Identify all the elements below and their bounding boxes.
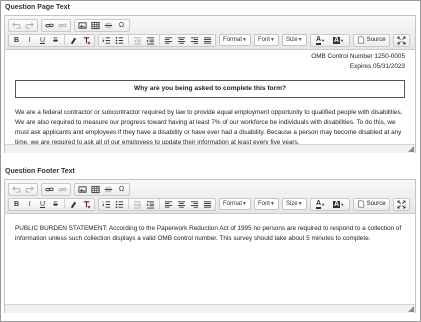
table-icon[interactable] <box>90 184 101 195</box>
font-select[interactable]: Font ▼ <box>253 198 279 210</box>
chevron-down-icon: ▼ <box>269 37 275 43</box>
background-color-button[interactable]: A ▼ <box>331 199 347 210</box>
outdent-icon[interactable] <box>132 199 143 210</box>
editor-toolbar: Ω B I U S Format ▼ Font ▼ Size ▼ A ▼ A ▼… <box>5 16 415 50</box>
align-center-icon[interactable] <box>176 35 187 46</box>
align-left-icon[interactable] <box>163 199 174 210</box>
chevron-down-icon: ▼ <box>242 37 247 43</box>
unlink-icon[interactable] <box>57 20 68 31</box>
chevron-down-icon: ▼ <box>269 201 275 207</box>
align-right-icon[interactable] <box>189 35 200 46</box>
font-select[interactable]: Font ▼ <box>253 34 279 46</box>
special-character-icon[interactable]: Ω <box>116 20 127 31</box>
strikethrough-button[interactable]: S <box>50 35 61 46</box>
undo-icon[interactable] <box>11 184 22 195</box>
editor-toolbar: Ω B I U S Format ▼ Font ▼ Size ▼ A ▼ A ▼… <box>5 180 415 214</box>
unlink-icon[interactable] <box>57 184 68 195</box>
italic-button[interactable]: I <box>24 35 35 46</box>
bold-button[interactable]: B <box>11 199 22 210</box>
burden-statement-paragraph: PUBLIC BURDEN STATEMENT: According to th… <box>15 225 402 242</box>
numbered-list-icon[interactable] <box>101 199 112 210</box>
link-icon[interactable] <box>44 20 55 31</box>
question-footer-text-label: Question Footer Text <box>5 168 75 175</box>
bulleted-list-icon[interactable] <box>114 199 125 210</box>
undo-icon[interactable] <box>11 20 22 31</box>
table-icon[interactable] <box>90 20 101 31</box>
outdent-icon[interactable] <box>132 35 143 46</box>
text-color-button[interactable]: A ▼ <box>313 199 329 210</box>
editor-statusbar <box>5 144 415 153</box>
align-center-icon[interactable] <box>176 199 187 210</box>
intro-paragraph: We are a federal contractor or subcontra… <box>15 109 403 144</box>
format-select[interactable]: Format ▼ <box>219 198 251 210</box>
editor-statusbar <box>5 304 415 313</box>
resize-handle-icon[interactable] <box>408 306 414 312</box>
align-right-icon[interactable] <box>189 199 200 210</box>
clear-formatting-icon[interactable] <box>81 199 92 210</box>
remove-format-icon[interactable] <box>68 35 79 46</box>
align-justify-icon[interactable] <box>202 35 213 46</box>
source-icon <box>357 36 364 44</box>
bold-button[interactable]: B <box>11 35 22 46</box>
underline-button[interactable]: U <box>37 35 48 46</box>
editor-content[interactable]: OMB Control Number 1250-0005 Expires 05/… <box>5 50 415 144</box>
chevron-down-icon: ▼ <box>242 201 247 207</box>
horizontal-line-icon[interactable] <box>103 184 114 195</box>
link-icon[interactable] <box>44 184 55 195</box>
bulleted-list-icon[interactable] <box>114 35 125 46</box>
source-button[interactable]: Source <box>355 200 388 208</box>
align-left-icon[interactable] <box>163 35 174 46</box>
size-select[interactable]: Size ▼ <box>281 198 307 210</box>
source-icon <box>357 200 364 208</box>
numbered-list-icon[interactable] <box>101 35 112 46</box>
strikethrough-button[interactable]: S <box>50 199 61 210</box>
size-select[interactable]: Size ▼ <box>281 34 307 46</box>
chevron-down-icon: ▼ <box>297 37 303 43</box>
editor-content[interactable]: PUBLIC BURDEN STATEMENT: According to th… <box>5 214 415 304</box>
question-heading-box: Why are you being asked to complete this… <box>15 80 405 98</box>
omb-control-number: OMB Control Number 1250-0005 <box>311 53 405 60</box>
maximize-icon[interactable] <box>396 199 407 210</box>
expiration-date: Expires 05/31/2023 <box>349 63 405 70</box>
maximize-icon[interactable] <box>396 35 407 46</box>
resize-handle-icon[interactable] <box>408 146 414 152</box>
chevron-down-icon: ▼ <box>297 201 303 207</box>
remove-format-icon[interactable] <box>68 199 79 210</box>
horizontal-line-icon[interactable] <box>103 20 114 31</box>
redo-icon[interactable] <box>24 184 35 195</box>
background-color-button[interactable]: A ▼ <box>331 35 347 46</box>
image-icon[interactable] <box>77 184 88 195</box>
indent-icon[interactable] <box>145 35 156 46</box>
question-footer-text-editor[interactable]: Ω B I U S Format ▼ Font ▼ Size ▼ A ▼ A ▼… <box>4 179 416 313</box>
question-page-text-label: Question Page Text <box>5 4 70 11</box>
special-character-icon[interactable]: Ω <box>116 184 127 195</box>
indent-icon[interactable] <box>145 199 156 210</box>
italic-button[interactable]: I <box>24 199 35 210</box>
clear-formatting-icon[interactable] <box>81 35 92 46</box>
source-button[interactable]: Source <box>355 36 388 44</box>
question-page-text-editor[interactable]: Ω B I U S Format ▼ Font ▼ Size ▼ A ▼ A ▼… <box>4 15 416 153</box>
underline-button[interactable]: U <box>37 199 48 210</box>
image-icon[interactable] <box>77 20 88 31</box>
format-select[interactable]: Format ▼ <box>219 34 251 46</box>
text-color-button[interactable]: A ▼ <box>313 35 329 46</box>
redo-icon[interactable] <box>24 20 35 31</box>
align-justify-icon[interactable] <box>202 199 213 210</box>
